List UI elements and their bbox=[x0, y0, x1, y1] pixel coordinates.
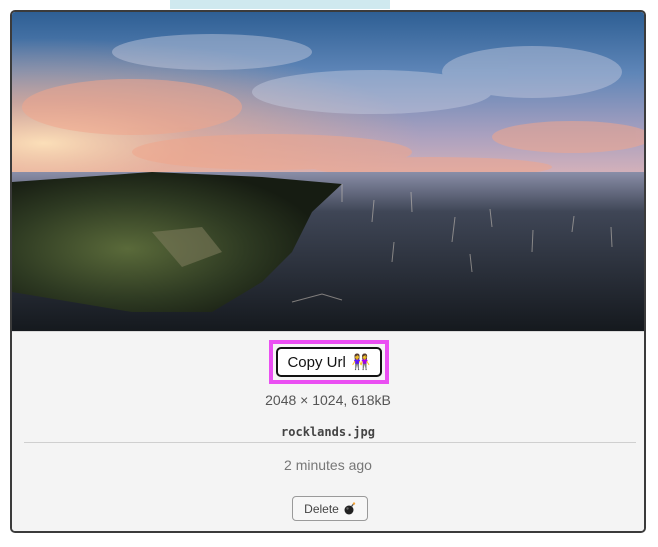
bomb-icon bbox=[343, 502, 356, 515]
copy-url-label: Copy Url bbox=[287, 353, 346, 371]
top-strip-decoration bbox=[170, 0, 390, 9]
card-details: Copy Url 👭 2048 × 1024, 618kB rocklands.… bbox=[12, 331, 644, 531]
delete-label: Delete bbox=[304, 501, 339, 516]
divider bbox=[24, 442, 636, 443]
copy-url-button[interactable]: Copy Url 👭 bbox=[276, 347, 382, 377]
upload-timestamp: 2 minutes ago bbox=[284, 457, 372, 473]
image-dimensions: 2048 × 1024, 618kB bbox=[265, 392, 391, 408]
panorama-image bbox=[12, 12, 644, 331]
delete-button[interactable]: Delete bbox=[292, 496, 368, 521]
file-name: rocklands.jpg bbox=[281, 425, 375, 439]
two-people-icon: 👭 bbox=[351, 353, 371, 371]
image-card: Copy Url 👭 2048 × 1024, 618kB rocklands.… bbox=[10, 10, 646, 533]
